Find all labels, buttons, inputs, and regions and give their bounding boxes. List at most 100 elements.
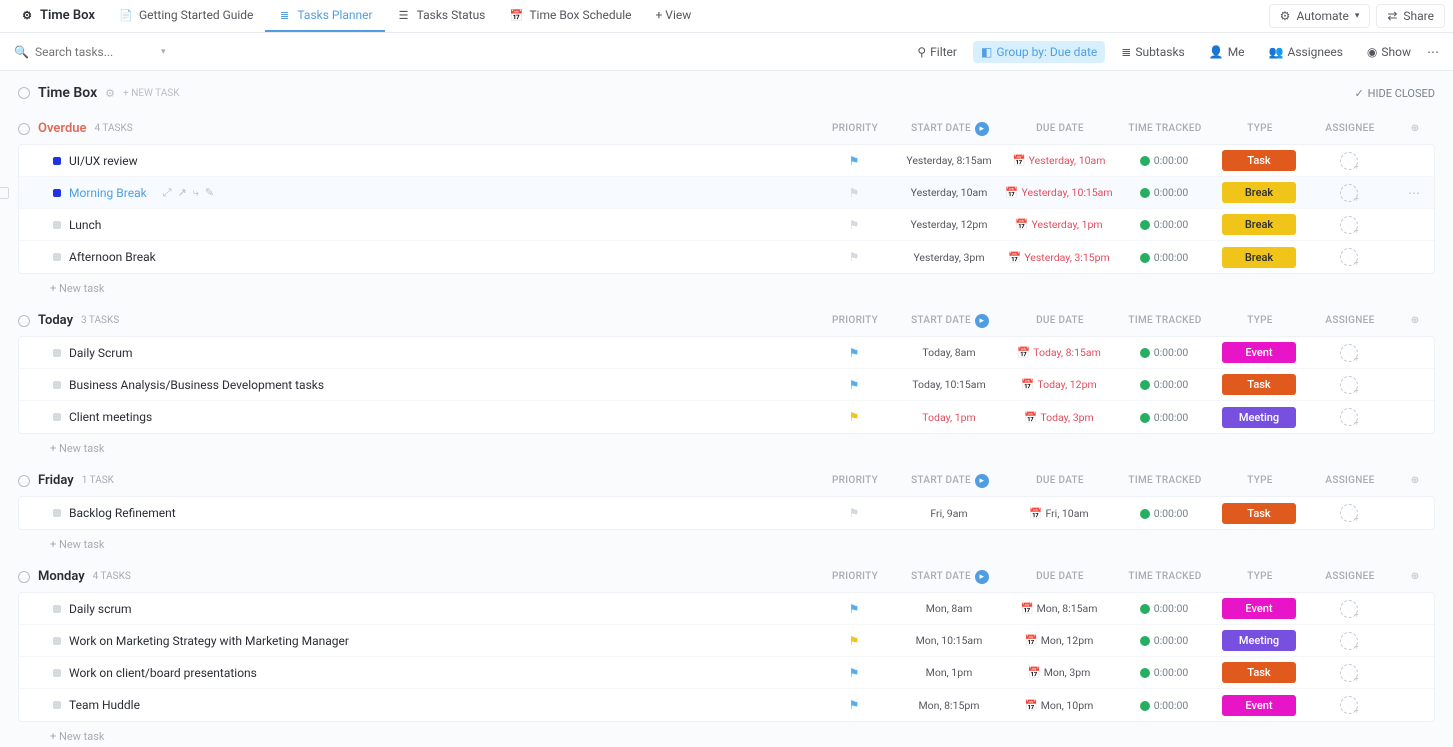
- link-icon[interactable]: ↗: [178, 186, 187, 200]
- status-icon[interactable]: [53, 157, 61, 165]
- assignee-add-icon[interactable]: [1340, 152, 1358, 170]
- add-column-icon[interactable]: ⊕: [1395, 475, 1435, 486]
- type-badge[interactable]: Event: [1222, 695, 1296, 716]
- status-icon[interactable]: [53, 381, 61, 389]
- col-due-date[interactable]: DUE DATE: [1005, 571, 1115, 582]
- task-name[interactable]: Daily Scrum: [69, 346, 133, 360]
- start-date[interactable]: Yesterday, 12pm: [894, 218, 1004, 231]
- new-task-button[interactable]: + New task: [0, 722, 1453, 747]
- status-icon[interactable]: [53, 189, 61, 197]
- status-icon[interactable]: [53, 221, 61, 229]
- col-time-tracked[interactable]: TIME TRACKED: [1115, 315, 1215, 326]
- col-priority[interactable]: PRIORITY: [815, 571, 895, 582]
- due-date[interactable]: 📅Today, 8:15am: [1004, 346, 1114, 359]
- status-icon[interactable]: [53, 637, 61, 645]
- type-badge[interactable]: Break: [1222, 182, 1296, 203]
- task-name[interactable]: Afternoon Break: [69, 250, 156, 264]
- play-icon[interactable]: [1140, 188, 1150, 198]
- due-date[interactable]: 📅Mon, 8:15am: [1004, 602, 1114, 615]
- play-icon[interactable]: [1140, 348, 1150, 358]
- col-assignee[interactable]: ASSIGNEE: [1305, 571, 1395, 582]
- play-icon[interactable]: [1140, 701, 1150, 711]
- due-date[interactable]: 📅Yesterday, 10:15am: [1004, 186, 1114, 199]
- start-date[interactable]: Yesterday, 3pm: [894, 251, 1004, 264]
- priority-flag-icon[interactable]: ⚑: [849, 634, 860, 648]
- col-start-date[interactable]: START DATE▸: [895, 122, 1005, 136]
- assignees-button[interactable]: 👥 Assignees: [1261, 41, 1351, 63]
- col-priority[interactable]: PRIORITY: [815, 315, 895, 326]
- priority-flag-icon[interactable]: ⚑: [849, 698, 860, 712]
- new-task-button[interactable]: + NEW TASK: [123, 88, 179, 99]
- plus-icon[interactable]: ▸: [975, 570, 989, 584]
- show-button[interactable]: ◉ Show: [1359, 41, 1419, 63]
- group-title[interactable]: Monday: [38, 569, 85, 584]
- priority-flag-icon[interactable]: ⚑: [849, 250, 860, 264]
- plus-icon[interactable]: ▸: [975, 122, 989, 136]
- play-icon[interactable]: [1140, 636, 1150, 646]
- task-row[interactable]: Daily scrum ⚑ Mon, 8am 📅Mon, 8:15am 0:00…: [19, 593, 1434, 625]
- row-checkbox[interactable]: [0, 187, 9, 199]
- plus-icon[interactable]: ▸: [975, 314, 989, 328]
- time-tracked[interactable]: 0:00:00: [1114, 186, 1214, 199]
- time-tracked[interactable]: 0:00:00: [1114, 411, 1214, 424]
- status-icon[interactable]: [53, 605, 61, 613]
- col-assignee[interactable]: ASSIGNEE: [1305, 475, 1395, 486]
- assignee-add-icon[interactable]: [1340, 632, 1358, 650]
- task-name[interactable]: Client meetings: [69, 410, 152, 424]
- status-icon[interactable]: [53, 701, 61, 709]
- view-tab[interactable]: ≣Tasks Planner: [265, 0, 384, 32]
- play-icon[interactable]: [1140, 413, 1150, 423]
- assignee-add-icon[interactable]: [1340, 248, 1358, 266]
- task-row[interactable]: UI/UX review ⚑ Yesterday, 8:15am 📅Yester…: [19, 145, 1434, 177]
- subtask-icon[interactable]: ⤷: [193, 186, 199, 200]
- time-tracked[interactable]: 0:00:00: [1114, 666, 1214, 679]
- task-row[interactable]: Afternoon Break ⚑ Yesterday, 3pm 📅Yester…: [19, 241, 1434, 273]
- assignee-add-icon[interactable]: [1340, 504, 1358, 522]
- hide-closed-button[interactable]: ✓ HIDE CLOSED: [1354, 87, 1435, 100]
- chevron-down-icon[interactable]: ▾: [161, 47, 166, 57]
- due-date[interactable]: 📅Yesterday, 1pm: [1004, 218, 1114, 231]
- due-date[interactable]: 📅Mon, 12pm: [1004, 634, 1114, 647]
- col-assignee[interactable]: ASSIGNEE: [1305, 315, 1395, 326]
- col-type[interactable]: TYPE: [1215, 123, 1305, 134]
- col-due-date[interactable]: DUE DATE: [1005, 315, 1115, 326]
- priority-flag-icon[interactable]: ⚑: [849, 218, 860, 232]
- start-date[interactable]: Fri, 9am: [894, 507, 1004, 520]
- task-name[interactable]: Team Huddle: [69, 698, 140, 712]
- priority-flag-icon[interactable]: ⚑: [849, 186, 860, 200]
- priority-flag-icon[interactable]: ⚑: [849, 346, 860, 360]
- expand-icon[interactable]: ⤢: [163, 186, 172, 200]
- status-icon[interactable]: [53, 253, 61, 261]
- task-name[interactable]: Work on Marketing Strategy with Marketin…: [69, 634, 349, 648]
- type-badge[interactable]: Task: [1222, 374, 1296, 395]
- task-row[interactable]: Morning Break ⤢ ↗ ⤷ ✎ ⚑ Yesterday, 10am …: [19, 177, 1434, 209]
- start-date[interactable]: Mon, 8am: [894, 602, 1004, 615]
- start-date[interactable]: Today, 1pm: [894, 411, 1004, 424]
- start-date[interactable]: Today, 8am: [894, 346, 1004, 359]
- type-badge[interactable]: Meeting: [1222, 407, 1296, 428]
- type-badge[interactable]: Meeting: [1222, 630, 1296, 651]
- assignee-add-icon[interactable]: [1340, 600, 1358, 618]
- filter-button[interactable]: ⚲ Filter: [909, 41, 965, 63]
- status-icon[interactable]: [53, 413, 61, 421]
- type-badge[interactable]: Task: [1222, 503, 1296, 524]
- task-name[interactable]: Morning Break: [69, 186, 147, 200]
- due-date[interactable]: 📅Mon, 10pm: [1004, 699, 1114, 712]
- task-row[interactable]: Business Analysis/Business Development t…: [19, 369, 1434, 401]
- due-date[interactable]: 📅Mon, 3pm: [1004, 666, 1114, 679]
- collapse-icon[interactable]: [18, 315, 30, 327]
- time-tracked[interactable]: 0:00:00: [1114, 251, 1214, 264]
- type-badge[interactable]: Break: [1222, 214, 1296, 235]
- time-tracked[interactable]: 0:00:00: [1114, 378, 1214, 391]
- status-icon[interactable]: [53, 349, 61, 357]
- plus-icon[interactable]: ▸: [975, 474, 989, 488]
- play-icon[interactable]: [1140, 604, 1150, 614]
- time-tracked[interactable]: 0:00:00: [1114, 699, 1214, 712]
- group-title[interactable]: Overdue: [38, 121, 87, 136]
- start-date[interactable]: Yesterday, 8:15am: [894, 154, 1004, 167]
- col-start-date[interactable]: START DATE▸: [895, 474, 1005, 488]
- assignee-add-icon[interactable]: [1340, 408, 1358, 426]
- col-assignee[interactable]: ASSIGNEE: [1305, 123, 1395, 134]
- time-tracked[interactable]: 0:00:00: [1114, 154, 1214, 167]
- col-time-tracked[interactable]: TIME TRACKED: [1115, 123, 1215, 134]
